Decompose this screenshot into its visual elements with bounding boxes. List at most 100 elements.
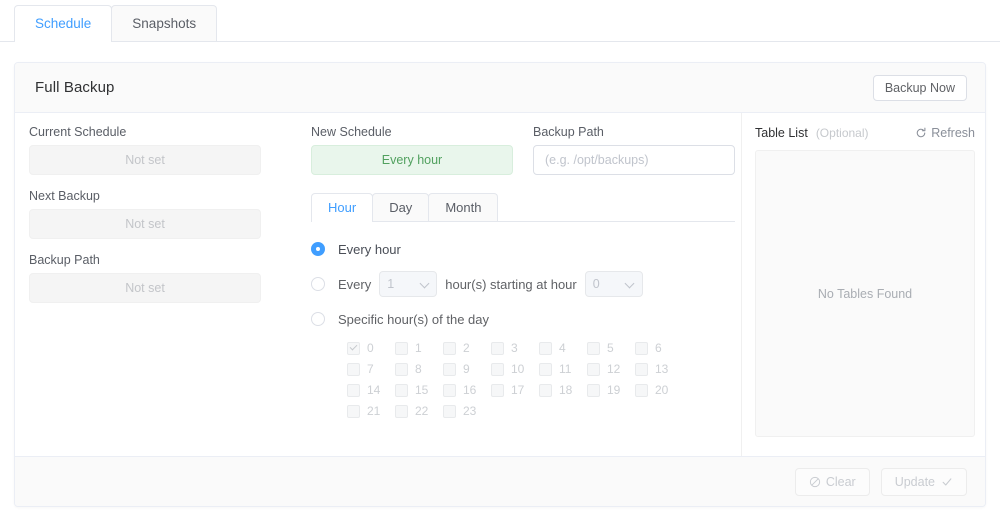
hour-checkbox-item[interactable]: 11 (539, 362, 587, 376)
hour-checkbox-item[interactable]: 10 (491, 362, 539, 376)
tab-month-label: Month (445, 200, 482, 215)
checkbox-icon[interactable] (587, 362, 600, 376)
option-interval-row[interactable]: Every 1 hour(s) starting at hour 0 (311, 271, 741, 297)
hour-checkbox-label: 19 (607, 383, 621, 397)
checkbox-icon[interactable] (395, 362, 408, 376)
backup-path-label: Backup Path (533, 125, 604, 139)
interval-hours-value: 1 (387, 277, 395, 291)
tab-schedule[interactable]: Schedule (14, 5, 113, 42)
chevron-down-icon (420, 280, 429, 289)
checkbox-checked-icon[interactable] (347, 341, 360, 355)
option-specific-label: Specific hour(s) of the day (338, 311, 490, 327)
checkbox-icon[interactable] (347, 362, 360, 376)
card-header: Full Backup Backup Now (15, 63, 985, 113)
hour-checkbox-label: 6 (655, 341, 662, 355)
hour-checkbox-item[interactable]: 12 (587, 362, 635, 376)
hour-checkbox-label: 16 (463, 383, 477, 397)
hour-checkbox-item[interactable]: 5 (587, 341, 635, 355)
hour-options-group: Every hour Every 1 hour(s) starting at h… (311, 236, 741, 418)
hour-checkbox-item[interactable]: 18 (539, 383, 587, 397)
hour-checkbox-item[interactable]: 7 (347, 362, 395, 376)
hour-checkbox-label: 17 (511, 383, 525, 397)
tab-day[interactable]: Day (372, 193, 430, 221)
checkbox-icon[interactable] (395, 341, 408, 355)
checkbox-icon[interactable] (635, 362, 648, 376)
checkbox-icon[interactable] (539, 341, 552, 355)
new-schedule-label: New Schedule (311, 125, 392, 139)
hour-checkbox-label: 7 (367, 362, 374, 376)
hour-checkbox-label: 18 (559, 383, 573, 397)
checkbox-icon[interactable] (395, 383, 408, 397)
option-every-hour-row[interactable]: Every hour (311, 236, 741, 262)
hour-checkbox-item[interactable]: 16 (443, 383, 491, 397)
current-schedule-text: Not set (125, 153, 165, 167)
hour-checkbox-item[interactable]: 1 (395, 341, 443, 355)
next-backup-text: Not set (125, 217, 165, 231)
option-every-hour-label: Every hour (338, 241, 401, 257)
tab-hour[interactable]: Hour (311, 193, 374, 222)
hour-checkbox-label: 11 (559, 362, 572, 376)
hour-checkbox-item[interactable]: 13 (635, 362, 683, 376)
tab-snapshots[interactable]: Snapshots (111, 5, 218, 41)
hour-checkbox-label: 12 (607, 362, 621, 376)
checkbox-icon[interactable] (539, 362, 552, 376)
radio-specific-hours[interactable] (311, 312, 325, 326)
update-button[interactable]: Update (880, 467, 967, 496)
checkbox-icon[interactable] (635, 341, 648, 355)
hour-checkbox-item[interactable]: 2 (443, 341, 491, 355)
clear-label: Clear (825, 474, 856, 489)
backup-path-input[interactable] (533, 145, 735, 175)
checkbox-icon[interactable] (443, 362, 456, 376)
hour-checkbox-label: 14 (367, 383, 381, 397)
backup-path-status-label: Backup Path (29, 253, 100, 267)
column-divider (741, 113, 742, 458)
full-backup-card: Full Backup Backup Now Current Schedule … (14, 62, 986, 507)
backup-now-button[interactable]: Backup Now (872, 74, 967, 101)
interval-hours-select[interactable]: 1 (379, 271, 438, 297)
hour-checkbox-label: 23 (463, 404, 477, 418)
checkbox-icon[interactable] (539, 383, 552, 397)
tab-month[interactable]: Month (428, 193, 499, 221)
checkbox-icon[interactable] (635, 383, 648, 397)
checkbox-icon[interactable] (491, 341, 504, 355)
hour-checkbox-item[interactable]: 23 (443, 404, 491, 418)
option-interval-middle: hour(s) starting at hour (445, 276, 577, 292)
checkbox-icon[interactable] (395, 404, 408, 418)
table-list-panel[interactable]: No Tables Found (755, 150, 975, 437)
option-interval-prefix: Every (338, 276, 372, 292)
hour-checkbox-item[interactable]: 8 (395, 362, 443, 376)
hour-checkbox-item[interactable]: 21 (347, 404, 395, 418)
hour-checkbox-label: 21 (367, 404, 381, 418)
checkbox-icon[interactable] (587, 383, 600, 397)
hour-checkbox-item[interactable]: 9 (443, 362, 491, 376)
refresh-button[interactable]: Refresh (915, 126, 975, 140)
interval-start-hour-select[interactable]: 0 (584, 271, 643, 297)
radio-every-hour[interactable] (311, 242, 325, 256)
checkbox-icon[interactable] (443, 341, 456, 355)
hour-checkbox-item[interactable]: 20 (635, 383, 683, 397)
refresh-icon (917, 127, 926, 138)
checkbox-icon[interactable] (491, 383, 504, 397)
hour-checkbox-item[interactable]: 0 (347, 341, 395, 355)
hour-checkbox-item[interactable]: 22 (395, 404, 443, 418)
hour-checkbox-item[interactable]: 3 (491, 341, 539, 355)
schedule-editor-column: New Schedule Every hour Backup Path Hour (311, 125, 741, 418)
hour-checkbox-item[interactable]: 19 (587, 383, 635, 397)
hour-checkbox-item[interactable]: 15 (395, 383, 443, 397)
radio-interval[interactable] (311, 277, 325, 291)
card-footer: Clear Update (15, 456, 985, 506)
hour-checkbox-item[interactable]: 17 (491, 383, 539, 397)
checkbox-icon[interactable] (347, 404, 360, 418)
checkbox-icon[interactable] (443, 383, 456, 397)
checkbox-icon[interactable] (443, 404, 456, 418)
option-specific-row[interactable]: Specific hour(s) of the day (311, 306, 741, 332)
checkbox-icon[interactable] (587, 341, 600, 355)
hour-checkbox-item[interactable]: 14 (347, 383, 395, 397)
checkbox-icon[interactable] (347, 383, 360, 397)
hour-checkbox-label: 22 (415, 404, 429, 418)
checkbox-icon[interactable] (491, 362, 504, 376)
clear-button[interactable]: Clear (794, 467, 870, 496)
hour-checkbox-label: 3 (511, 341, 518, 355)
hour-checkbox-item[interactable]: 6 (635, 341, 683, 355)
hour-checkbox-item[interactable]: 4 (539, 341, 587, 355)
